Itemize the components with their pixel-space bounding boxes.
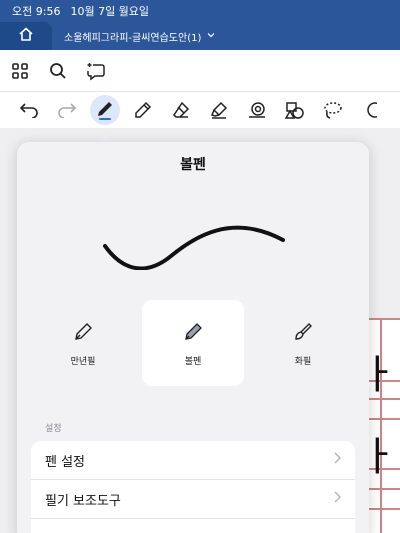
drawing-toolbar	[0, 92, 400, 128]
chevron-down-icon	[207, 31, 215, 42]
pencil-icon[interactable]	[124, 94, 162, 126]
quick-toolbar	[0, 50, 400, 92]
document-title-dropdown[interactable]: 소울헤피그라피-글씨연습도안(1)	[64, 29, 215, 44]
pen-option-brush[interactable]: 화필	[252, 300, 354, 386]
more-tool-icon[interactable]	[352, 94, 390, 126]
lasso-icon[interactable]	[314, 94, 352, 126]
status-date: 10월 7일 월요일	[70, 5, 150, 18]
pen-option-fountain[interactable]: 만년필	[32, 300, 134, 386]
chevron-right-icon	[333, 491, 342, 507]
setting-row-more[interactable]	[31, 519, 355, 533]
setting-label: 펜 설정	[45, 454, 86, 470]
redo-icon[interactable]	[48, 94, 86, 126]
pen-option-label: 화필	[294, 357, 312, 367]
setting-row-writing-assist[interactable]: 필기 보조도구	[31, 480, 355, 519]
pen-option-label: 볼펜	[184, 357, 202, 367]
status-time: 오전 9:56	[12, 5, 61, 18]
setting-row-pen-settings[interactable]: 펜 설정	[31, 441, 355, 480]
settings-section-label: 설정	[45, 424, 62, 434]
ai-chat-icon[interactable]	[84, 59, 108, 83]
pen-option-ballpoint[interactable]: 볼펜	[142, 300, 244, 386]
shape-stamp-icon[interactable]	[238, 94, 276, 126]
undo-icon[interactable]	[10, 94, 48, 126]
pen-icon	[98, 102, 112, 120]
ballpoint-pen-tool[interactable]	[86, 94, 124, 126]
search-icon[interactable]	[46, 59, 70, 83]
eraser-icon[interactable]	[162, 94, 200, 126]
settings-list: 펜 설정 필기 보조도구	[31, 441, 355, 533]
fountain-pen-icon	[75, 323, 92, 340]
home-icon	[18, 26, 34, 46]
pen-settings-popover: 볼펜 만년필 볼펜 화필 설정 펜 설정 필기 보조도구	[17, 142, 369, 533]
stroke-preview	[103, 225, 285, 270]
title-bar: 소울헤피그라피-글씨연습도안(1)	[0, 22, 400, 50]
chevron-right-icon	[333, 452, 342, 468]
highlighter-icon[interactable]	[200, 94, 238, 126]
brush-icon	[295, 323, 312, 340]
setting-label: 필기 보조도구	[45, 493, 121, 509]
pen-option-label: 만년필	[70, 357, 96, 367]
status-bar: 오전 9:56 10월 7일 월요일	[0, 0, 400, 22]
pen-tool-highlight	[90, 95, 120, 125]
document-title: 소울헤피그라피-글씨연습도안(1)	[64, 32, 202, 44]
ballpoint-pen-icon	[185, 323, 202, 340]
shapes-icon[interactable]	[276, 94, 314, 126]
popover-title: 볼펜	[180, 157, 206, 173]
home-button[interactable]	[0, 22, 52, 50]
grid-icon[interactable]	[8, 59, 32, 83]
